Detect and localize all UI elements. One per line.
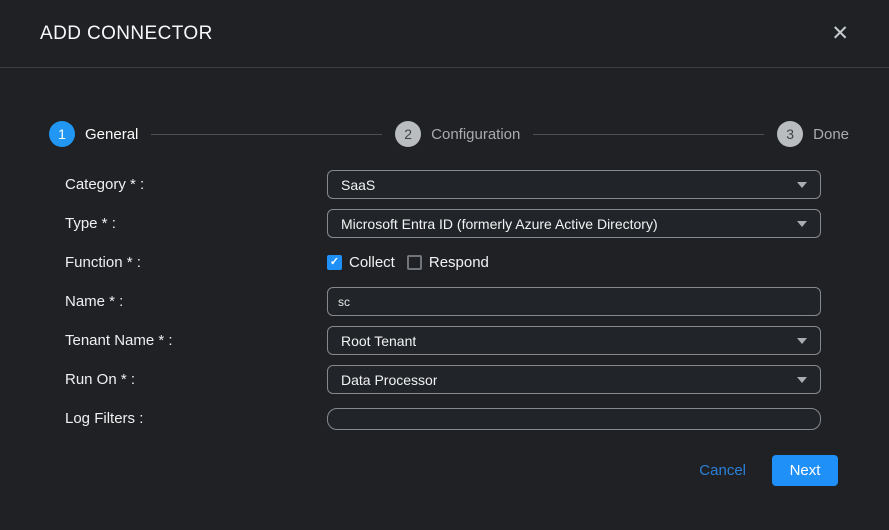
tenant-name-select-value: Root Tenant [341, 333, 416, 349]
step-3-circle: 3 [777, 121, 803, 147]
function-checkbox-group: ✓ Collect Respond [327, 254, 821, 271]
chevron-down-icon [797, 377, 807, 383]
type-select-value: Microsoft Entra ID (formerly Azure Activ… [341, 216, 658, 232]
stepper: 1 General 2 Configuration 3 Done [49, 121, 849, 147]
form-row-run-on: Run On * : Data Processor [40, 360, 849, 399]
chevron-down-icon [797, 338, 807, 344]
step-1-circle: 1 [49, 121, 75, 147]
step-done: 3 Done [777, 121, 849, 147]
step-2-circle: 2 [395, 121, 421, 147]
collect-checkbox-label: Collect [349, 254, 395, 271]
type-label: Type * : [65, 215, 327, 232]
function-label: Function * : [65, 254, 327, 271]
respond-checkbox[interactable] [407, 255, 422, 270]
form-row-name: Name * : [40, 282, 849, 321]
tenant-name-select[interactable]: Root Tenant [327, 326, 821, 355]
category-select[interactable]: SaaS [327, 170, 821, 199]
respond-checkbox-option[interactable]: Respond [407, 254, 489, 271]
name-label: Name * : [65, 293, 327, 310]
step-general: 1 General [49, 121, 138, 147]
next-button[interactable]: Next [772, 455, 838, 486]
tenant-name-label: Tenant Name * : [65, 332, 327, 349]
checkmark-icon: ✓ [330, 257, 339, 268]
step-1-label: General [85, 126, 138, 143]
run-on-select-value: Data Processor [341, 372, 437, 388]
form-row-category: Category * : SaaS [40, 165, 849, 204]
dialog-header: ADD CONNECTOR ✕ [0, 0, 889, 68]
step-configuration: 2 Configuration [395, 121, 520, 147]
form-row-log-filters: Log Filters : [40, 399, 849, 438]
form-row-function: Function * : ✓ Collect Respond [40, 243, 849, 282]
stepper-connector-line [533, 134, 764, 135]
log-filters-label: Log Filters : [65, 410, 327, 427]
run-on-label: Run On * : [65, 371, 327, 388]
name-input[interactable] [327, 287, 821, 316]
connector-form: Category * : SaaS Type * : Microsoft Ent… [40, 165, 849, 438]
form-row-type: Type * : Microsoft Entra ID (formerly Az… [40, 204, 849, 243]
respond-checkbox-label: Respond [429, 254, 489, 271]
dialog-actions: Cancel Next [40, 455, 849, 486]
log-filters-input[interactable] [327, 408, 821, 430]
collect-checkbox-option[interactable]: ✓ Collect [327, 254, 395, 271]
form-row-tenant-name: Tenant Name * : Root Tenant [40, 321, 849, 360]
chevron-down-icon [797, 221, 807, 227]
category-label: Category * : [65, 176, 327, 193]
run-on-select[interactable]: Data Processor [327, 365, 821, 394]
add-connector-dialog: ADD CONNECTOR ✕ 1 General 2 Configuratio… [0, 0, 889, 530]
cancel-button[interactable]: Cancel [699, 462, 746, 479]
dialog-title: ADD CONNECTOR [40, 23, 213, 45]
chevron-down-icon [797, 182, 807, 188]
step-2-label: Configuration [431, 126, 520, 143]
step-3-label: Done [813, 126, 849, 143]
type-select[interactable]: Microsoft Entra ID (formerly Azure Activ… [327, 209, 821, 238]
close-icon[interactable]: ✕ [831, 23, 849, 44]
stepper-connector-line [151, 134, 382, 135]
dialog-content: 1 General 2 Configuration 3 Done Categor… [0, 121, 889, 486]
category-select-value: SaaS [341, 177, 375, 193]
collect-checkbox[interactable]: ✓ [327, 255, 342, 270]
